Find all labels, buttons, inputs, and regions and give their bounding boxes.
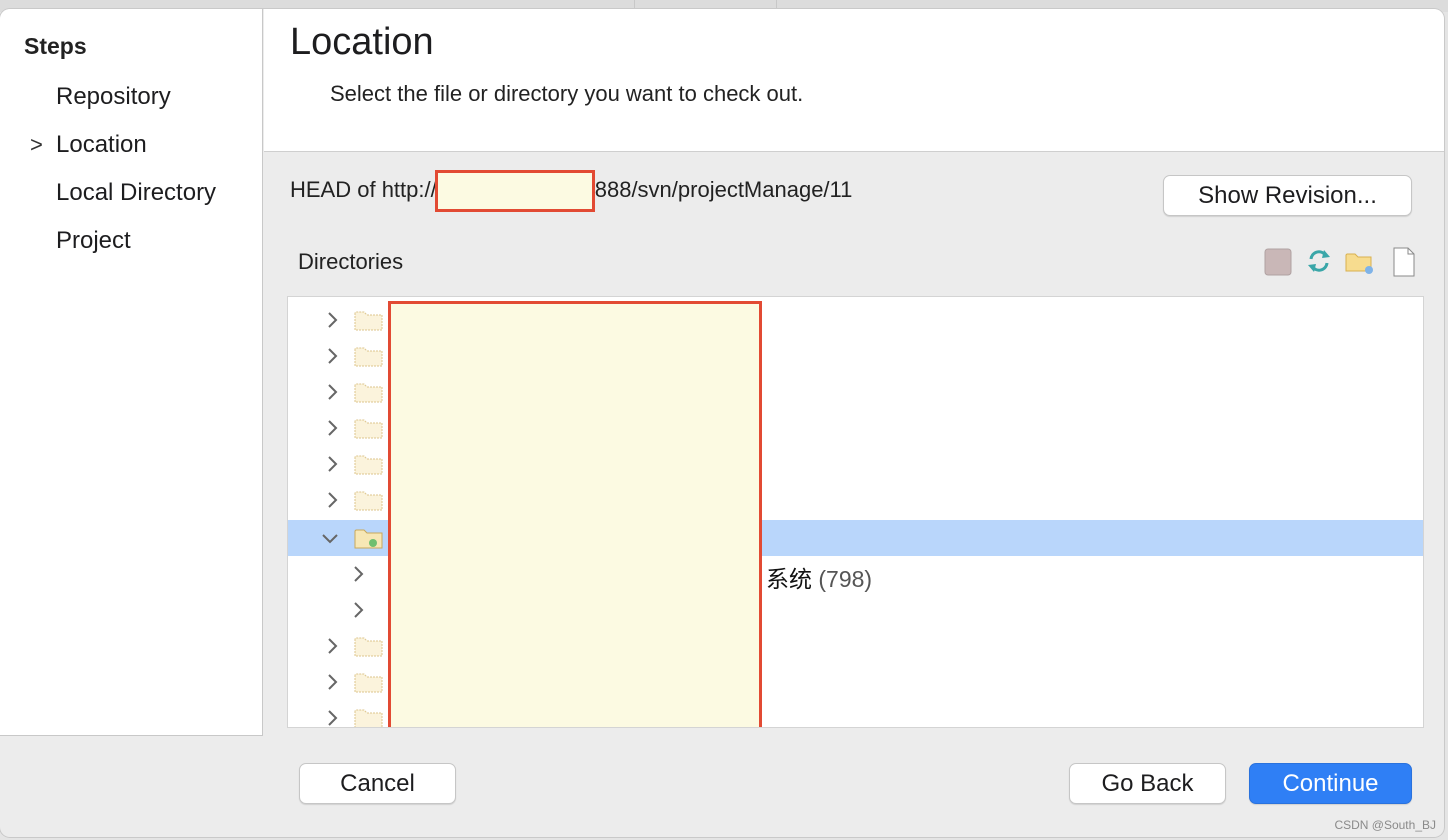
chevron-right-icon[interactable] <box>322 672 342 692</box>
page-header: Location Select the file or directory yo… <box>264 9 1444 152</box>
directories-label: Directories <box>298 249 404 274</box>
directory-tree[interactable]: 系统 (798) <box>287 296 1424 728</box>
continue-button[interactable]: Continue <box>1249 763 1412 804</box>
new-file-icon[interactable] <box>1390 246 1418 278</box>
show-revision-button[interactable]: Show Revision... <box>1163 175 1412 216</box>
folder-icon <box>354 709 383 727</box>
revision-count: (798) <box>818 566 873 592</box>
directory-name: 系统 <box>766 566 812 592</box>
folder-icon <box>354 311 383 331</box>
chevron-right-icon[interactable] <box>348 564 368 584</box>
folder-icon <box>354 455 383 475</box>
chevron-right-icon[interactable] <box>322 310 342 330</box>
step-repository: Repository <box>56 83 171 110</box>
refresh-icon[interactable] <box>1304 246 1334 276</box>
step-project: Project <box>56 227 131 254</box>
folder-icon <box>354 383 383 403</box>
chevron-right-icon[interactable] <box>322 636 342 656</box>
cancel-button[interactable]: Cancel <box>299 763 456 804</box>
url-prefix: HEAD of http:// <box>290 177 437 202</box>
page-title: Location <box>290 21 434 63</box>
go-back-button[interactable]: Go Back <box>1069 763 1226 804</box>
folder-icon <box>354 637 383 657</box>
new-folder-icon[interactable] <box>1344 246 1376 276</box>
redacted-host <box>434 170 595 213</box>
tree-row-label: 系统 (798) <box>766 560 872 594</box>
folder-icon <box>354 419 383 439</box>
stop-icon[interactable] <box>1263 246 1293 276</box>
redacted-directory-names <box>388 301 762 727</box>
steps-title: Steps <box>24 33 87 59</box>
chevron-right-icon[interactable] <box>322 382 342 402</box>
chevron-right-icon[interactable] <box>322 454 342 474</box>
page-subtitle: Select the file or directory you want to… <box>330 81 804 106</box>
folder-icon <box>354 673 383 693</box>
step-location: Location <box>56 131 147 158</box>
chevron-right-icon[interactable] <box>348 600 368 620</box>
chevron-right-icon[interactable] <box>322 346 342 366</box>
open-folder-icon <box>354 529 383 549</box>
folder-icon <box>354 347 383 367</box>
chevron-right-icon[interactable] <box>322 490 342 510</box>
step-local-directory: Local Directory <box>56 179 217 206</box>
repository-url: HEAD of http:// 888/svn/projectManage/11 <box>290 170 853 213</box>
watermark: CSDN @South_BJ <box>1334 818 1436 832</box>
steps-sidebar: Steps Repository > Location Local Direct… <box>0 9 263 736</box>
folder-icon <box>354 491 383 511</box>
current-step-marker: > <box>30 132 43 157</box>
url-suffix: 888/svn/projectManage/11 <box>594 177 853 202</box>
chevron-down-icon[interactable] <box>320 528 340 548</box>
chevron-right-icon[interactable] <box>322 418 342 438</box>
chevron-right-icon[interactable] <box>322 708 342 728</box>
